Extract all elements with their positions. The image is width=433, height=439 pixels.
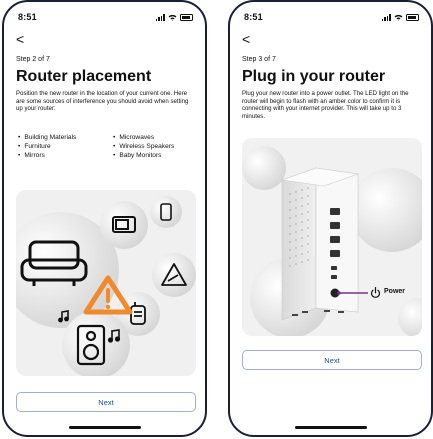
status-time: 8:51 [244,12,263,22]
home-indicator [294,426,367,429]
page-description: Plug your new router into a power outlet… [242,90,409,120]
back-button[interactable]: < [16,32,28,46]
status-time: 8:51 [18,12,37,22]
back-button[interactable]: < [242,32,254,46]
interference-illustration [16,190,196,376]
page-description: Position the new router in the location … [16,90,189,113]
next-button[interactable]: Next [16,392,196,412]
wifi-icon [168,14,177,21]
battery-icon [180,13,193,21]
power-label: Power [384,288,406,295]
construction-bubble [152,253,196,297]
page-title: Plug in your router [242,68,386,85]
battery-icon [406,13,419,21]
status-bar: 8:51 [244,10,419,24]
list-item: Microwaves [113,134,198,142]
microwave-bubble [100,201,148,249]
status-bar: 8:51 [18,10,193,24]
list-item: Wireless Speakers [113,143,198,151]
interference-artwork [16,190,196,376]
status-icons [155,13,193,21]
phone-screen-plug-in-router: 8:51 < Step 3 of 7 Plug in your router P… [228,0,433,437]
list-item: Baby Monitors [113,152,198,160]
phone-screen-router-placement: 8:51 < Step 2 of 7 Router placement Posi… [2,0,207,437]
home-indicator [68,426,141,429]
router-device [281,167,359,321]
cellular-signal-icon [155,13,165,21]
next-button[interactable]: Next [242,350,422,370]
cellular-signal-icon [381,13,391,21]
speaker-bubble [62,311,130,376]
decor-bubble [242,146,286,190]
status-icons [381,13,419,21]
list-item: Furniture [18,143,113,151]
step-indicator: Step 2 of 7 [16,56,50,63]
wifi-icon [394,14,403,21]
page-title: Router placement [16,68,152,85]
step-indicator: Step 3 of 7 [242,56,276,63]
list-item: Building Materials [18,134,113,142]
interference-list: Building Materials Microwaves Furniture … [18,134,198,160]
router-artwork [242,138,422,336]
router-illustration: Power [242,138,422,336]
list-item: Mirrors [18,152,113,160]
phone-bubble [150,196,182,228]
